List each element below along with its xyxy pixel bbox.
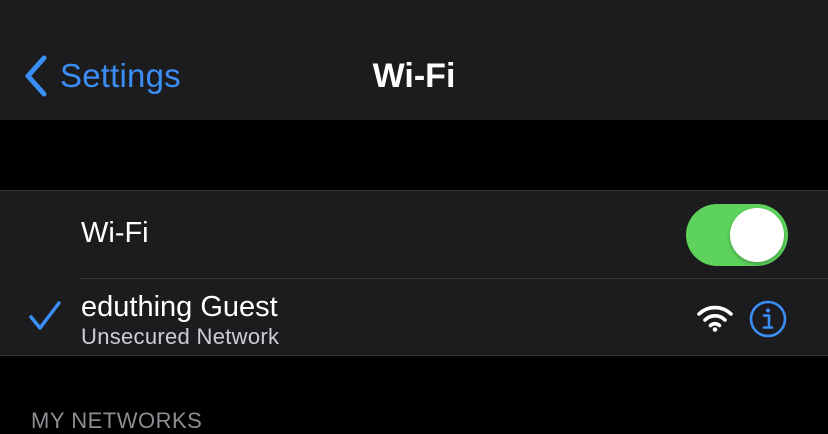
wifi-toggle-switch[interactable]	[686, 204, 788, 266]
wifi-signal-icon	[697, 305, 733, 332]
page-title: Wi-Fi	[372, 57, 456, 95]
toggle-knob	[730, 208, 784, 262]
wifi-toggle-label: Wi-Fi	[81, 217, 149, 249]
wifi-toggle-row: Wi-Fi	[0, 191, 828, 278]
network-name: eduthing Guest	[81, 291, 278, 323]
navigation-bar: Settings Wi-Fi	[0, 0, 828, 120]
network-row-connected[interactable]: eduthing Guest Unsecured Network	[0, 279, 828, 357]
wifi-settings-group: Wi-Fi eduthing Guest Unsecured Network	[0, 190, 828, 356]
network-security-status: Unsecured Network	[81, 324, 280, 349]
info-icon[interactable]	[749, 300, 787, 338]
section-header-my-networks: MY NETWORKS	[31, 408, 203, 433]
checkmark-icon	[29, 301, 61, 330]
